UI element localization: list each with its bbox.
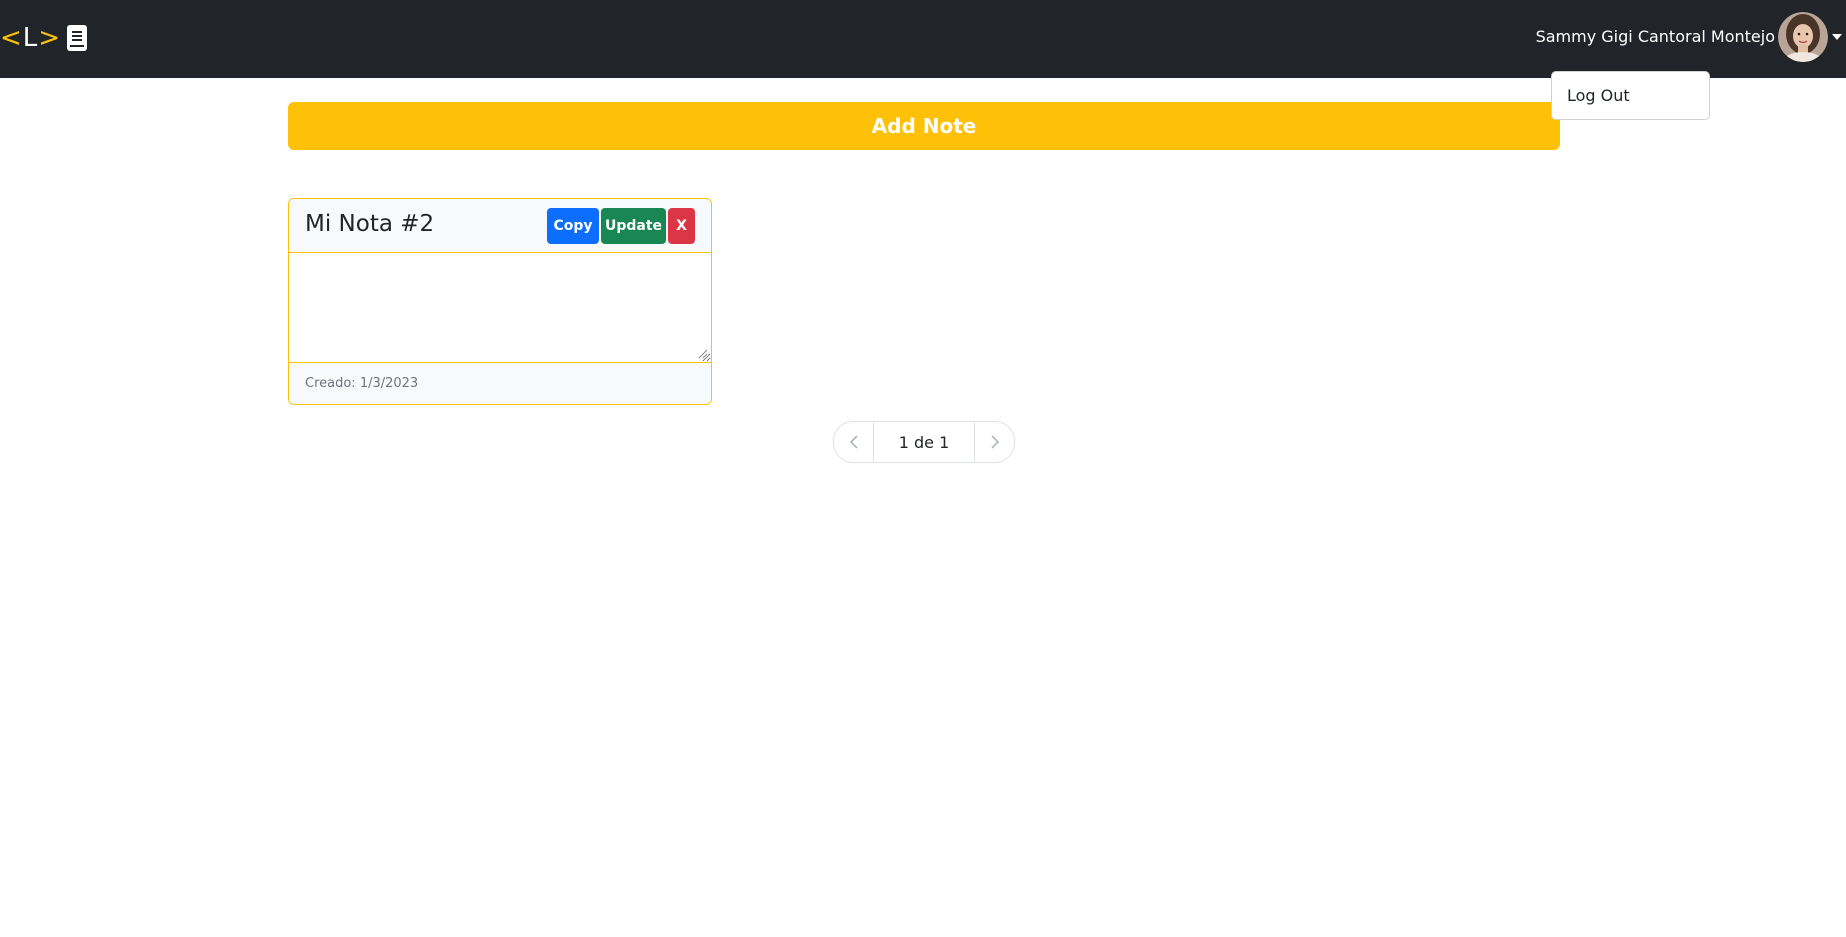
copy-button[interactable]: Copy (547, 208, 599, 244)
note-created-date: Creado: 1/3/2023 (305, 376, 419, 391)
note-card: Mi Nota #2 Copy Update X Creado: 1/3/202… (288, 198, 712, 405)
chevron-right-icon (990, 435, 999, 449)
user-name: Sammy Gigi Cantoral Montejo (1535, 27, 1775, 46)
update-button[interactable]: Update (601, 208, 666, 244)
book-icon (67, 25, 88, 51)
brand-open: < (0, 23, 23, 53)
navbar: <L> Sammy Gigi Cantoral Montejo (0, 0, 1846, 78)
logout-menu-item[interactable]: Log Out (1567, 86, 1630, 106)
page-indicator: 1 de 1 (898, 432, 950, 452)
avatar[interactable] (1778, 12, 1828, 62)
brand-mark: <L> (0, 22, 61, 54)
add-note-button[interactable]: Add Note (288, 102, 1560, 150)
brand-close: > (38, 23, 62, 53)
note-title: Mi Nota #2 (305, 211, 435, 237)
chevron-left-icon (849, 435, 858, 449)
next-page-button[interactable] (974, 422, 1014, 462)
delete-button[interactable]: X (668, 208, 695, 244)
note-footer: Creado: 1/3/2023 (289, 363, 711, 404)
user-dropdown-menu: Log Out (1551, 71, 1710, 120)
pagination: 1 de 1 (833, 421, 1015, 463)
note-header: Mi Nota #2 Copy Update X (289, 199, 711, 253)
caret-down-icon[interactable] (1832, 34, 1842, 40)
note-content-textarea[interactable] (289, 253, 711, 363)
brand-logo[interactable]: <L> (0, 22, 88, 54)
prev-page-button[interactable] (834, 422, 874, 462)
brand-letter: L (22, 23, 39, 53)
user-menu-toggle[interactable]: Sammy Gigi Cantoral Montejo (1536, 12, 1846, 62)
